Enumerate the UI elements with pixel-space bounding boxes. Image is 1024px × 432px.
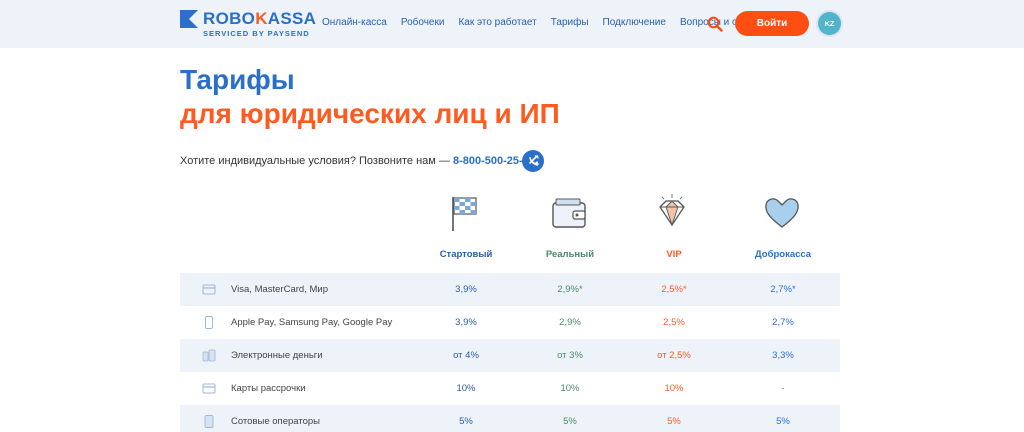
value-start: 3,9% xyxy=(455,317,477,328)
row-label: Apple Pay, Samsung Pay, Google Pay xyxy=(231,317,393,328)
value-real: 2,9% xyxy=(559,317,581,328)
card-icon xyxy=(202,284,216,295)
row-label: Сотовые операторы xyxy=(231,416,320,427)
table-row: Электронные деньги от 4% от 3% от 2,5% 3… xyxy=(180,339,840,372)
page-title: Тарифы xyxy=(180,64,295,95)
contact-text: Хотите индивидуальные условия? Позвоните… xyxy=(180,155,453,167)
row-label: Карты рассрочки xyxy=(231,383,306,394)
nav-online-kassa[interactable]: Онлайн-касса xyxy=(322,17,387,28)
heart-icon xyxy=(765,198,799,228)
value-start: от 4% xyxy=(453,350,479,361)
page-subtitle: для юридических лиц и ИП xyxy=(180,98,560,129)
search-icon[interactable] xyxy=(707,16,723,32)
nav-connection[interactable]: Подключение xyxy=(603,17,666,28)
table-row: Visa, MasterCard, Мир 3,9% 2,9%* 2,5%* 2… xyxy=(180,273,840,306)
value-real: от 3% xyxy=(557,350,583,361)
nav-tariffs[interactable]: Тарифы xyxy=(551,17,589,28)
logo-wordmark: ROBOKASSA xyxy=(203,9,317,28)
login-button[interactable]: Войти xyxy=(735,11,809,36)
row-label: Электронные деньги xyxy=(231,350,323,361)
phone-icon xyxy=(205,316,213,329)
coins-icon xyxy=(202,349,216,362)
logo-mark-icon xyxy=(180,10,198,28)
value-real: 10% xyxy=(560,383,580,394)
top-header: ROBOKASSA SERVICED BY PAYSEND Онлайн-кас… xyxy=(0,0,1024,48)
plan-real-label: Реальный xyxy=(545,249,595,260)
value-start: 5% xyxy=(459,416,473,427)
value-vip: от 2,5% xyxy=(657,350,691,361)
nav-robocheki[interactable]: Робочеки xyxy=(401,17,445,28)
value-start: 10% xyxy=(456,383,476,394)
table-row: Apple Pay, Samsung Pay, Google Pay 3,9% … xyxy=(180,306,840,339)
robokassa-logo[interactable]: ROBOKASSA SERVICED BY PAYSEND xyxy=(180,9,316,39)
call-button[interactable] xyxy=(522,150,544,172)
nav-how-it-works[interactable]: Как это работает xyxy=(458,17,536,28)
row-label: Visa, MasterCard, Мир xyxy=(231,284,328,295)
table-row: Карты рассрочки 10% 10% 10% - xyxy=(180,372,840,405)
plan-dobrokassa-label: Доброкасса xyxy=(754,249,812,260)
contact-line: Хотите индивидуальные условия? Позвоните… xyxy=(180,155,535,167)
phone-handset-icon xyxy=(529,155,540,166)
checkered-flag-icon xyxy=(452,197,477,231)
table-row: Сотовые операторы 5% 5% 5% 5% xyxy=(180,405,840,432)
value-start: 3,9% xyxy=(455,284,477,295)
diamond-icon xyxy=(659,194,685,227)
mobile-icon xyxy=(204,415,214,428)
value-dobrokassa: 3,3% xyxy=(772,350,794,361)
wallet-icon xyxy=(552,198,586,228)
value-real: 5% xyxy=(563,416,577,427)
region-selector[interactable]: KZ xyxy=(818,12,841,35)
value-dobrokassa: 2,7% xyxy=(772,317,794,328)
logo-subtitle: SERVICED BY PAYSEND xyxy=(203,29,310,38)
value-vip: 10% xyxy=(664,383,684,394)
value-dobrokassa: - xyxy=(781,383,785,394)
value-vip: 2,5% xyxy=(663,317,685,328)
plan-vip-label: VIP xyxy=(666,249,682,260)
value-dobrokassa: 5% xyxy=(776,416,790,427)
value-vip: 5% xyxy=(667,416,681,427)
card-icon xyxy=(202,383,216,394)
value-dobrokassa: 2,7%* xyxy=(770,284,796,295)
value-real: 2,9%* xyxy=(557,284,583,295)
value-vip: 2,5%* xyxy=(661,284,687,295)
plan-start-label: Стартовый xyxy=(439,249,493,260)
